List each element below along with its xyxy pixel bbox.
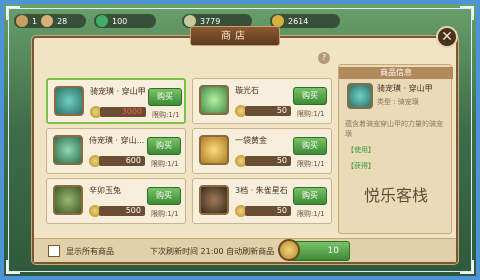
gold-coin-icon — [278, 239, 300, 261]
jade-icon — [96, 15, 108, 27]
buy-button[interactable]: 购买 — [147, 187, 181, 205]
info-item-icon — [347, 83, 373, 109]
gold-resource[interactable]: 2614 — [270, 14, 340, 28]
info-use-tag: 【使用】 — [347, 146, 375, 154]
frame-corner-br — [460, 260, 474, 274]
item-price: 50 — [245, 206, 291, 216]
watermark: 悦乐客栈 — [364, 186, 429, 205]
energy-icon — [41, 15, 54, 27]
buy-button[interactable]: 购买 — [293, 87, 327, 105]
item-icon — [53, 135, 83, 165]
jade-value: 100 — [112, 16, 128, 26]
buy-button[interactable]: 购买 — [147, 137, 181, 155]
info-title: 商品信息 — [339, 67, 453, 79]
item-limit: 限购:1/1 — [297, 160, 325, 168]
item-limit: 限购:1/1 — [151, 160, 179, 168]
info-item-type: 类型 : 骑宠璜 — [377, 98, 419, 106]
buy-button[interactable]: 购买 — [148, 88, 182, 106]
item-limit: 限购:1/1 — [151, 210, 179, 218]
item-icon — [199, 185, 229, 215]
item-price: 500 — [99, 206, 145, 216]
item-name: 骑宠璜 · 穿山甲 — [90, 87, 146, 96]
help-button[interactable]: ? — [318, 52, 330, 64]
info-item-desc: 蕴含着骑宠穿山甲的力量的骑宠璜 — [345, 120, 443, 138]
shop-title: 商店 — [190, 26, 280, 46]
item-price: 50 — [245, 106, 291, 116]
shop-item[interactable]: 辛卯玉兔 500 购买 限购:1/1 — [46, 178, 186, 224]
item-name: 一袋黄金 — [235, 136, 267, 145]
shop-item[interactable]: 璇光石 50 购买 限购:1/1 — [192, 78, 332, 124]
item-icon — [199, 85, 229, 115]
frame-corner-bl — [6, 260, 20, 274]
energy-value: 28 — [57, 16, 68, 26]
item-price: 3000 — [100, 107, 146, 117]
item-icon — [54, 86, 84, 116]
jade-resource[interactable]: 100 — [94, 14, 156, 28]
gold-value: 2614 — [288, 16, 309, 26]
item-name: 3档 · 朱雀星石 — [235, 186, 288, 195]
show-all-label: 显示所有商品 — [66, 247, 114, 256]
item-name: 璇光石 — [235, 86, 259, 95]
refresh-time-text: 下次刷新时间 21:00 自动刷新商品 — [150, 247, 275, 256]
bottom-bar: 显示所有商品 下次刷新时间 21:00 自动刷新商品 10 — [34, 238, 456, 262]
shop-item[interactable]: 侍宠璜 · 穿山... 600 购买 限购:1/1 — [46, 128, 186, 174]
level-icon — [16, 15, 28, 27]
item-limit: 限购:1/1 — [152, 111, 180, 119]
item-icon — [199, 135, 229, 165]
item-price: 600 — [99, 156, 145, 166]
shop-item[interactable]: 3档 · 朱雀星石 50 购买 限购:1/1 — [192, 178, 332, 224]
shop-item[interactable]: 一袋黄金 50 购买 限购:1/1 — [192, 128, 332, 174]
level-value: 1 — [32, 16, 38, 26]
item-icon — [53, 185, 83, 215]
item-price: 50 — [245, 156, 291, 166]
info-get-tag: 【获得】 — [347, 162, 375, 170]
item-limit: 限购:1/1 — [297, 110, 325, 118]
buy-button[interactable]: 购买 — [293, 187, 327, 205]
item-limit: 限购:1/1 — [297, 210, 325, 218]
show-all-checkbox[interactable] — [48, 245, 60, 257]
item-info-panel: 商品信息 骑宠璜 · 穿山甲 类型 : 骑宠璜 蕴含着骑宠穿山甲的力量的骑宠璜 … — [338, 64, 453, 234]
buy-button[interactable]: 购买 — [293, 137, 327, 155]
item-name: 侍宠璜 · 穿山... — [89, 136, 145, 145]
info-item-name: 骑宠璜 · 穿山甲 — [377, 84, 433, 93]
silver-value: 3779 — [200, 16, 221, 26]
close-button[interactable]: ✕ — [436, 26, 458, 48]
item-name: 辛卯玉兔 — [89, 186, 121, 195]
level-energy: 1 28 — [14, 14, 86, 28]
shop-item[interactable]: 骑宠璜 · 穿山甲 3000 购买 限购:1/1 — [46, 78, 186, 124]
